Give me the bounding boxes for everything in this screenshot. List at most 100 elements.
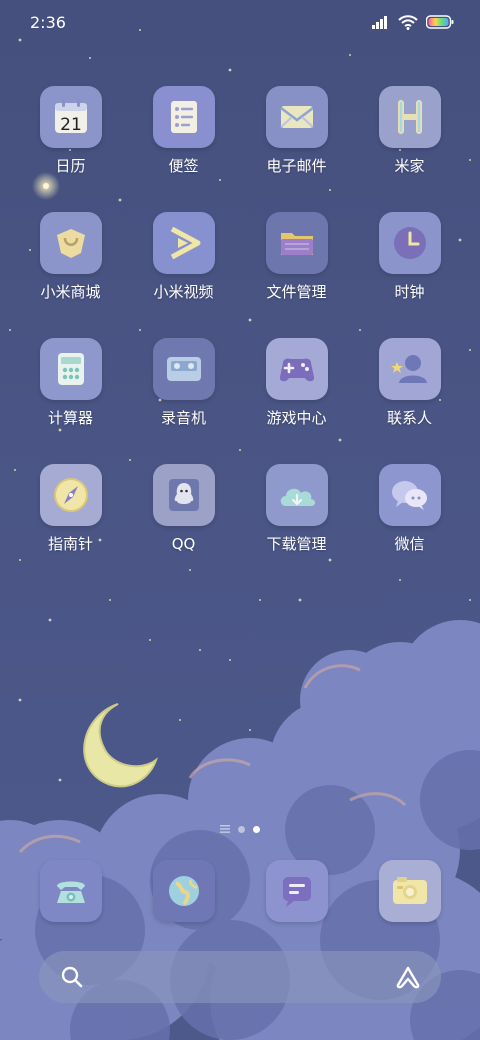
star bbox=[469, 599, 471, 601]
app-label: 下载管理 bbox=[266, 535, 327, 553]
dock bbox=[14, 860, 466, 922]
app-calendar[interactable]: 21 日历 bbox=[14, 86, 127, 175]
gamepad-icon-graphic bbox=[279, 358, 314, 382]
app-cloud-download[interactable]: 下载管理 bbox=[240, 464, 353, 553]
star bbox=[19, 559, 21, 561]
moon bbox=[83, 703, 158, 788]
page-list-icon bbox=[220, 825, 230, 833]
cloud-download-icon[interactable] bbox=[265, 464, 328, 526]
app-label: 米家 bbox=[394, 157, 425, 175]
app-label: 小米商城 bbox=[40, 283, 101, 301]
app-label: 日历 bbox=[55, 157, 86, 175]
browser-icon-graphic bbox=[168, 876, 199, 906]
clock-icon-graphic bbox=[393, 227, 426, 259]
star bbox=[249, 729, 251, 731]
search-bar[interactable] bbox=[39, 951, 441, 1003]
star bbox=[469, 159, 471, 161]
star bbox=[229, 659, 231, 661]
star bbox=[179, 719, 181, 721]
app-label: 微信 bbox=[394, 535, 425, 553]
contacts-icon-graphic bbox=[390, 355, 427, 383]
status-icons bbox=[372, 14, 454, 30]
mail-icon[interactable] bbox=[265, 86, 328, 148]
contacts-icon[interactable] bbox=[378, 338, 441, 400]
app-qq[interactable]: QQ bbox=[127, 464, 240, 553]
app-calculator[interactable]: 计算器 bbox=[14, 338, 127, 427]
mail-icon-graphic bbox=[279, 106, 314, 128]
app-label: 指南针 bbox=[47, 535, 93, 553]
recorder-icon-graphic bbox=[166, 357, 201, 381]
qq-icon[interactable] bbox=[152, 464, 215, 526]
clock-icon[interactable] bbox=[378, 212, 441, 274]
star bbox=[228, 68, 232, 72]
calendar-icon-graphic: 21 bbox=[54, 99, 87, 135]
folder-icon[interactable] bbox=[265, 212, 328, 274]
app-label: 录音机 bbox=[160, 409, 206, 427]
wechat-icon[interactable] bbox=[378, 464, 441, 526]
recorder-icon[interactable] bbox=[152, 338, 215, 400]
star bbox=[349, 54, 351, 56]
video-icon-graphic bbox=[170, 226, 200, 260]
star bbox=[298, 598, 302, 602]
status-time: 2:36 bbox=[30, 12, 66, 32]
phone-icon[interactable] bbox=[39, 860, 102, 922]
app-mail[interactable]: 电子邮件 bbox=[240, 86, 353, 175]
app-contacts[interactable]: 联系人 bbox=[353, 338, 466, 427]
app-label: 小米视频 bbox=[153, 283, 214, 301]
dock-phone[interactable] bbox=[14, 860, 127, 922]
app-label: QQ bbox=[171, 535, 196, 553]
star bbox=[199, 649, 201, 651]
store-icon-graphic bbox=[56, 229, 85, 258]
star bbox=[18, 698, 22, 702]
app-mijia[interactable]: 米家 bbox=[353, 86, 466, 175]
star bbox=[259, 599, 261, 601]
dock-browser[interactable] bbox=[127, 860, 240, 922]
app-label: 时钟 bbox=[394, 283, 425, 301]
assistant-icon[interactable] bbox=[395, 965, 421, 989]
store-icon[interactable] bbox=[39, 212, 102, 274]
star bbox=[9, 329, 11, 331]
app-notes[interactable]: 便签 bbox=[127, 86, 240, 175]
dock-messages[interactable] bbox=[240, 860, 353, 922]
camera-icon[interactable] bbox=[378, 860, 441, 922]
app-label: 联系人 bbox=[386, 409, 432, 427]
app-wechat[interactable]: 微信 bbox=[353, 464, 466, 553]
mijia-icon[interactable] bbox=[378, 86, 441, 148]
browser-icon[interactable] bbox=[152, 860, 215, 922]
app-folder[interactable]: 文件管理 bbox=[240, 212, 353, 301]
app-grid: 21 日历 便签 电子邮件 米家小米商城 小米视频 文件管理 时钟计算器 录音机 游戏中心 联系人指… bbox=[14, 86, 466, 553]
messages-icon-graphic bbox=[282, 877, 311, 907]
battery-icon bbox=[426, 15, 454, 29]
signal-icon bbox=[372, 16, 387, 29]
app-label: 文件管理 bbox=[266, 283, 327, 301]
app-compass[interactable]: 指南针 bbox=[14, 464, 127, 553]
compass-icon[interactable] bbox=[39, 464, 102, 526]
calculator-icon[interactable] bbox=[39, 338, 102, 400]
calculator-icon-graphic bbox=[57, 353, 84, 385]
app-gamepad[interactable]: 游戏中心 bbox=[240, 338, 353, 427]
dock-camera[interactable] bbox=[353, 860, 466, 922]
star bbox=[469, 349, 471, 351]
app-clock[interactable]: 时钟 bbox=[353, 212, 466, 301]
page-dot bbox=[238, 825, 245, 833]
app-recorder[interactable]: 录音机 bbox=[127, 338, 240, 427]
video-icon[interactable] bbox=[152, 212, 215, 274]
camera-icon-graphic bbox=[392, 877, 427, 904]
app-store[interactable]: 小米商城 bbox=[14, 212, 127, 301]
page-indicator[interactable] bbox=[0, 825, 480, 833]
app-video[interactable]: 小米视频 bbox=[127, 212, 240, 301]
gamepad-icon[interactable] bbox=[265, 338, 328, 400]
star bbox=[89, 57, 91, 59]
phone-icon-graphic bbox=[56, 881, 85, 903]
notes-icon[interactable] bbox=[152, 86, 215, 148]
calendar-icon[interactable]: 21 bbox=[39, 86, 102, 148]
app-label: 游戏中心 bbox=[266, 409, 327, 427]
folder-icon-graphic bbox=[280, 233, 313, 255]
star bbox=[149, 639, 151, 641]
page-dot-active bbox=[253, 825, 260, 833]
cloud-download-icon-graphic bbox=[280, 488, 315, 506]
svg-text:21: 21 bbox=[60, 115, 82, 135]
search-icon[interactable] bbox=[61, 966, 83, 988]
messages-icon[interactable] bbox=[265, 860, 328, 922]
compass-icon-graphic bbox=[53, 478, 88, 512]
